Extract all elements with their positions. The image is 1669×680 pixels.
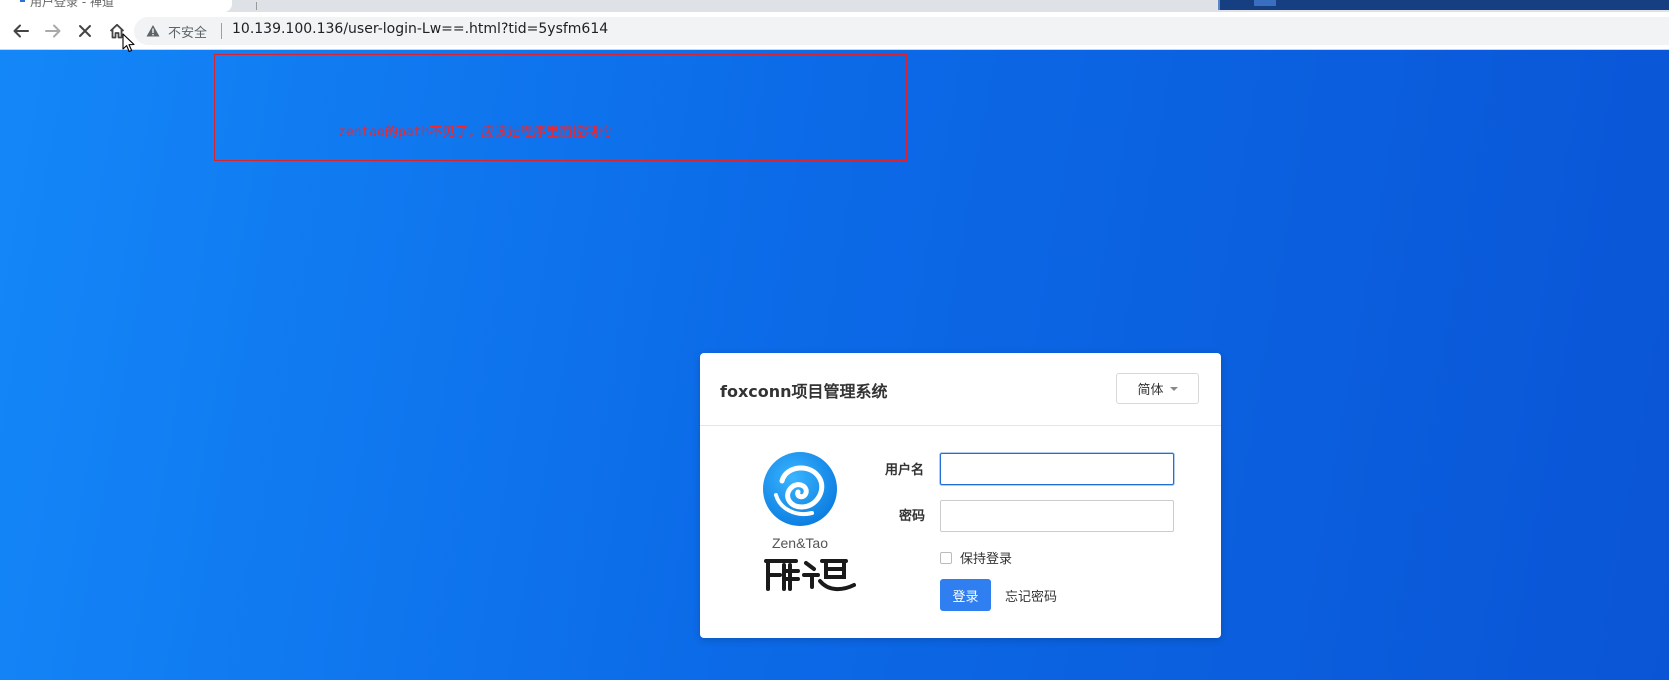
tab-title: 用户登录 - 禅道: [30, 0, 114, 9]
login-card: foxconn项目管理系统 简体 Zen&Tao 用户名 密码 保持登录 登录 …: [700, 353, 1221, 638]
zentao-logo: Zen&Tao: [762, 451, 856, 595]
security-label[interactable]: 不安全: [168, 22, 207, 41]
username-input[interactable]: [940, 453, 1174, 485]
zentao-calligraphy-icon: [764, 559, 856, 592]
arrow-left-icon: [13, 24, 29, 38]
password-input[interactable]: [940, 500, 1174, 532]
keep-login-label[interactable]: 保持登录: [960, 548, 1012, 567]
back-button[interactable]: [8, 18, 34, 44]
username-label: 用户名: [885, 463, 925, 478]
system-title: foxconn项目管理系统: [720, 382, 888, 401]
tab-separator: [256, 2, 257, 10]
taskbar-strip: [1218, 0, 1669, 10]
tab-strip: 用户登录 - 禅道: [0, 0, 1669, 12]
forward-button[interactable]: [40, 18, 66, 44]
address-bar[interactable]: 不安全 10.139.100.136/user-login-Lw==.html?…: [134, 17, 1669, 45]
taskbar-item[interactable]: [1254, 0, 1276, 6]
browser-toolbar: 不安全 10.139.100.136/user-login-Lw==.html?…: [0, 12, 1669, 50]
close-icon: [79, 25, 91, 37]
zentao-swirl-icon: [763, 452, 837, 526]
forgot-password-link[interactable]: 忘记密码: [1005, 586, 1057, 605]
browser-tab-active[interactable]: 用户登录 - 禅道: [0, 0, 232, 12]
annotation-box: zentao的path不见了，应该是程序里面控制的: [214, 54, 907, 161]
logo-english-text: Zen&Tao: [771, 535, 829, 551]
login-card-header: foxconn项目管理系统 简体: [700, 353, 1221, 426]
keep-login-row[interactable]: 保持登录: [940, 548, 1012, 567]
login-button[interactable]: 登录: [940, 579, 991, 611]
caret-down-icon: [1169, 386, 1178, 391]
browser-tab-inactive[interactable]: [244, 0, 1134, 12]
warning-triangle-icon[interactable]: [146, 24, 160, 38]
mouse-cursor-icon: [122, 33, 135, 53]
tab-favicon-icon: [20, 0, 25, 2]
language-switch-button[interactable]: 简体: [1116, 373, 1199, 404]
stop-button[interactable]: [72, 18, 98, 44]
annotation-text: zentao的path不见了，应该是程序里面控制的: [338, 125, 612, 140]
url-text[interactable]: 10.139.100.136/user-login-Lw==.html?tid=…: [232, 21, 608, 37]
language-label: 简体: [1137, 383, 1164, 398]
omnibox-divider: [221, 23, 222, 39]
login-page-background: zentao的path不见了，应该是程序里面控制的 foxconn项目管理系统 …: [0, 50, 1669, 680]
arrow-right-icon: [45, 24, 61, 38]
password-label: 密码: [899, 509, 926, 524]
keep-login-checkbox[interactable]: [940, 551, 952, 564]
